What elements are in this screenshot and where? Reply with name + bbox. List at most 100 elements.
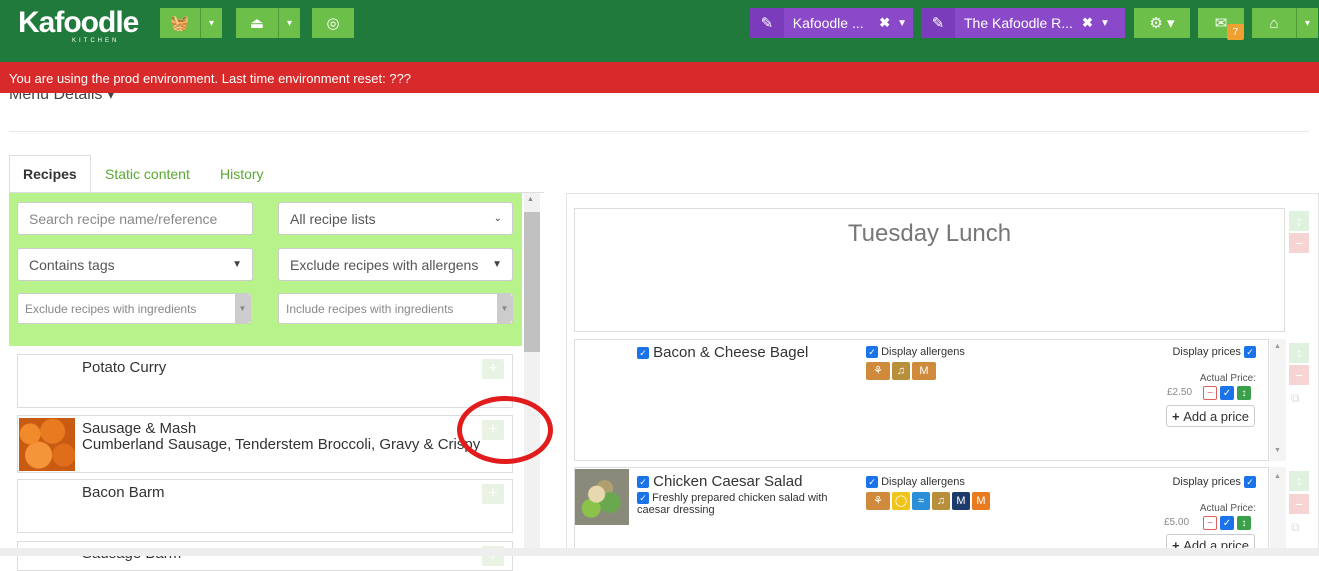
fish-icon: ≈ [912, 492, 930, 510]
arrow-updown-icon: ↕ [1296, 474, 1302, 488]
plus-icon: + [488, 360, 498, 377]
allergen-icons: ⚘ ♫ M [866, 362, 938, 380]
project-tab-kafoodle-r[interactable]: ✎ The Kafoodle R... ✖ ▼ [921, 8, 1125, 38]
move-item-button[interactable]: ↕ [1289, 471, 1309, 491]
bottom-bar [0, 548, 1319, 556]
checkbox-checked-icon[interactable]: ✓ [637, 347, 649, 360]
close-icon[interactable]: ✖ [879, 15, 897, 31]
arrow-updown-icon: ↕ [1296, 346, 1302, 360]
caret-down-icon: ▼ [492, 259, 502, 270]
exclude-ingredients-select[interactable]: Exclude recipes with ingredients ▼ [17, 293, 251, 324]
recipe-description: Cumberland Sausage, Tenderstem Broccoli,… [82, 436, 481, 453]
caret-down-icon: ▼ [497, 294, 512, 323]
kafoodle-logo[interactable]: Kafoodle [18, 6, 139, 40]
display-prices-toggle[interactable]: Display prices ✓ [1172, 476, 1256, 489]
chevron-down-icon: ⌄ [493, 213, 502, 224]
molluscs-icon: M [952, 492, 970, 510]
add-recipe-button[interactable]: + [482, 484, 504, 504]
actual-price-label: Actual Price: [1199, 503, 1256, 514]
project-tab-label: Kafoodle ... [792, 15, 864, 31]
move-price-button[interactable]: ↕ [1237, 386, 1251, 400]
copy-icon[interactable]: ⧉ [1291, 520, 1300, 535]
scroll-up-arrow[interactable]: ▲ [527, 196, 534, 203]
gluten-icon: ⚘ [866, 492, 890, 510]
recipe-card[interactable]: Bacon Barm + [17, 479, 513, 533]
tab-recipes[interactable]: Recipes [9, 155, 91, 193]
price-value: £5.00 [1164, 517, 1190, 528]
add-price-button[interactable]: + Add a price [1166, 405, 1255, 427]
arrow-updown-icon: ↕ [1241, 387, 1247, 399]
contains-tags-select[interactable]: Contains tags ▼ [17, 248, 253, 281]
recipe-card[interactable]: Potato Curry + [17, 354, 513, 408]
pencil-icon: ✎ [750, 8, 784, 38]
item-scrollbar[interactable]: ▲ ▼ [1270, 339, 1286, 461]
add-recipe-button[interactable]: + [482, 359, 504, 379]
mustard-icon: ♫ [892, 362, 910, 380]
check-icon: ✓ [1222, 517, 1232, 529]
price-checkbox[interactable]: ✓ [1220, 386, 1234, 400]
checkbox-checked-icon[interactable]: ✓ [1244, 476, 1256, 489]
move-price-button[interactable]: ↕ [1237, 516, 1251, 530]
scrollbar-thumb[interactable] [524, 212, 540, 352]
cloche-button[interactable]: ⏏ [236, 8, 278, 38]
caret-down-icon: ▼ [235, 294, 250, 323]
actual-price-label: Actual Price: [1199, 373, 1256, 384]
remove-price-button[interactable]: − [1203, 516, 1217, 530]
display-prices-toggle[interactable]: Display prices ✓ [1172, 346, 1256, 359]
display-allergens-toggle[interactable]: ✓ Display allergens [866, 476, 965, 489]
search-input[interactable]: Search recipe name/reference [17, 202, 253, 235]
recipe-name: Potato Curry [82, 359, 167, 376]
settings-button[interactable]: ⚙ ▾ [1134, 8, 1190, 38]
basket-button[interactable]: 🧺 [160, 8, 200, 38]
item-scrollbar[interactable]: ▲ [1270, 467, 1286, 548]
exclude-allergens-select[interactable]: Exclude recipes with allergens ▼ [278, 248, 513, 281]
move-item-button[interactable]: ↕ [1289, 343, 1309, 363]
recipe-card[interactable]: Sausage Barm + [17, 541, 513, 571]
copy-icon[interactable]: ⧉ [1291, 391, 1300, 406]
include-ingredients-select[interactable]: Include recipes with ingredients ▼ [278, 293, 513, 324]
basket-dropdown-caret[interactable]: ▾ [200, 8, 222, 38]
menu-item-name[interactable]: ✓ Bacon & Cheese Bagel [637, 344, 808, 361]
arrow-updown-icon: ↕ [1241, 517, 1247, 529]
checkbox-checked-icon[interactable]: ✓ [866, 476, 878, 489]
basket-icon: 🧺 [170, 15, 190, 32]
cloche-dropdown-caret[interactable]: ▾ [278, 8, 300, 38]
checkbox-checked-icon[interactable]: ✓ [637, 492, 649, 505]
checkbox-checked-icon[interactable]: ✓ [866, 346, 878, 359]
project-tab-kafoodle[interactable]: ✎ Kafoodle ... ✖ ▼ [750, 8, 913, 38]
recipe-list-select[interactable]: All recipe lists ⌄ [278, 202, 513, 235]
remove-price-button[interactable]: − [1203, 386, 1217, 400]
recipe-thumbnail [19, 418, 75, 471]
chevron-down-icon[interactable]: ▼ [1100, 18, 1116, 29]
scroll-up-arrow[interactable]: ▲ [1274, 473, 1281, 480]
tab-static-content[interactable]: Static content [92, 155, 203, 193]
recipe-card[interactable]: Sausage & Mash Cumberland Sausage, Tende… [17, 415, 513, 473]
price-value: £2.50 [1167, 387, 1193, 398]
minus-icon: − [1294, 235, 1304, 251]
scroll-up-arrow[interactable]: ▲ [1274, 343, 1281, 350]
home-button[interactable]: ⌂ [1252, 8, 1296, 38]
menu-title[interactable]: Tuesday Lunch [574, 220, 1285, 248]
minus-icon: − [1207, 517, 1213, 529]
plate-button[interactable]: ◎ [312, 8, 354, 38]
mustard-icon: ♫ [932, 492, 950, 510]
move-section-button[interactable]: ↕ [1289, 211, 1309, 231]
remove-item-button[interactable]: − [1289, 494, 1309, 514]
remove-item-button[interactable]: − [1289, 365, 1309, 385]
plate-icon: ◎ [326, 15, 340, 32]
remove-section-button[interactable]: − [1289, 233, 1309, 253]
menu-item-name[interactable]: ✓ Chicken Caesar Salad [637, 473, 802, 490]
checkbox-checked-icon[interactable]: ✓ [1244, 346, 1256, 359]
close-icon[interactable]: ✖ [1082, 15, 1100, 31]
price-checkbox[interactable]: ✓ [1220, 516, 1234, 530]
checkbox-checked-icon[interactable]: ✓ [637, 476, 649, 489]
home-icon: ⌂ [1269, 14, 1279, 32]
chevron-down-icon[interactable]: ▼ [897, 18, 913, 29]
logo-subtitle: KITCHEN [72, 38, 120, 44]
display-allergens-toggle[interactable]: ✓ Display allergens [866, 346, 965, 359]
home-dropdown-caret[interactable]: ▾ [1296, 8, 1318, 38]
menu-item-description[interactable]: ✓ Freshly prepared chicken salad with ca… [637, 492, 847, 516]
tab-history[interactable]: History [207, 155, 277, 193]
plus-icon: + [1172, 408, 1180, 424]
scroll-down-arrow[interactable]: ▼ [1274, 447, 1281, 454]
